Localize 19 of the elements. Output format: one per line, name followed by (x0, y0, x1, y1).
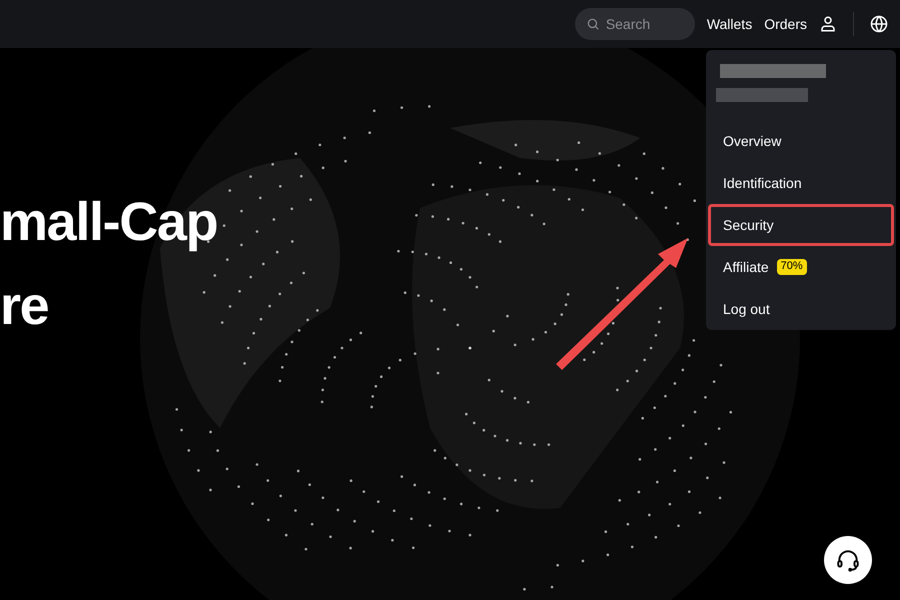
percent-badge: 70% (776, 259, 807, 275)
menu-item[interactable]: Identification (708, 162, 894, 204)
menu-item-label: Affiliate (723, 258, 769, 277)
hero-heading: re (0, 275, 48, 338)
menu-item-label: Identification (723, 174, 802, 193)
hero-heading: mall-Cap (0, 191, 218, 254)
menu-item[interactable]: Overview (708, 120, 894, 162)
menu-item[interactable]: Security (708, 204, 894, 246)
search-field[interactable]: Search (574, 8, 695, 40)
user-icon[interactable] (819, 15, 837, 33)
nav-link[interactable]: Wallets (706, 14, 752, 34)
menu-item[interactable]: Affiliate 70% (708, 246, 894, 288)
menu-item-label: Overview (723, 132, 782, 151)
menu-item-label: Security (723, 216, 774, 235)
search-icon (586, 17, 600, 31)
menu-item-label: Log out (723, 300, 770, 319)
nav-link[interactable]: Orders (764, 14, 807, 34)
menu-item[interactable]: Log out (708, 288, 894, 330)
globe-icon[interactable] (870, 15, 888, 33)
